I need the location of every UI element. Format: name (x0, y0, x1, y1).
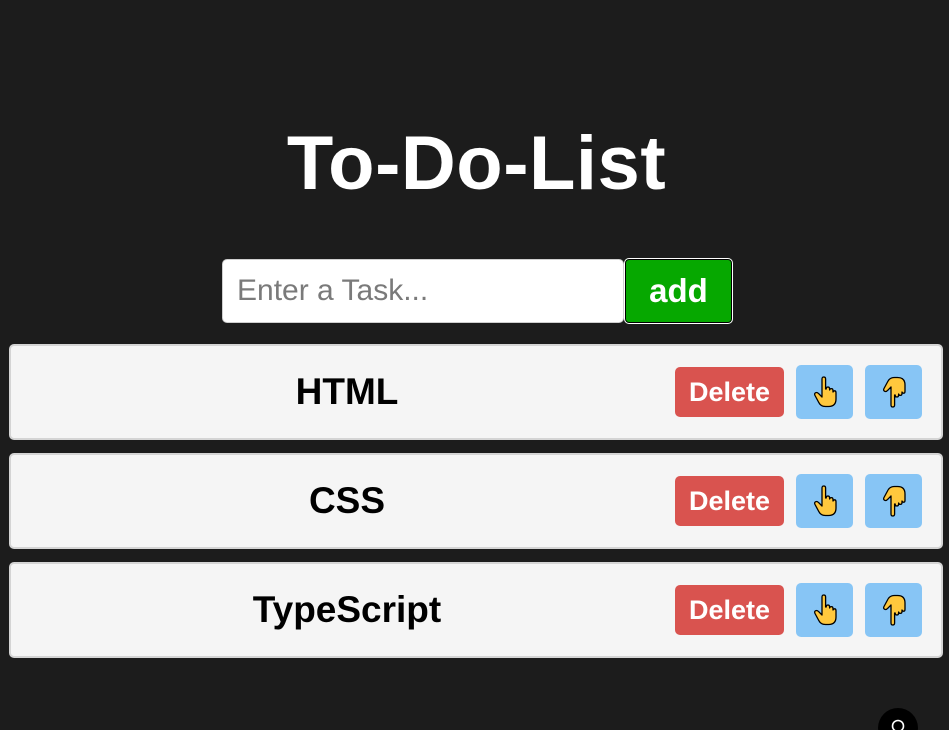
task-item: CSS Delete (9, 453, 943, 549)
task-item: TypeScript Delete (9, 562, 943, 658)
task-actions: Delete (675, 564, 922, 656)
page-title: To-Do-List (286, 121, 667, 206)
task-text: HTML (295, 371, 399, 412)
delete-button[interactable]: Delete (675, 476, 784, 526)
hand-pointing-up-icon (813, 485, 837, 517)
move-up-button[interactable] (796, 365, 853, 419)
task-list: HTML Delete CSS Delete TypeScript Delete (9, 344, 943, 671)
hand-pointing-down-icon (882, 376, 906, 408)
move-down-button[interactable] (865, 365, 922, 419)
task-text: TypeScript (252, 589, 442, 630)
task-input[interactable] (222, 259, 624, 323)
hand-pointing-down-icon (882, 594, 906, 626)
delete-button[interactable]: Delete (675, 367, 784, 417)
move-down-button[interactable] (865, 474, 922, 528)
task-actions: Delete (675, 455, 922, 547)
add-button[interactable]: add (624, 258, 733, 324)
chat-bubble-button[interactable] (878, 708, 918, 730)
hand-pointing-down-icon (882, 485, 906, 517)
task-actions: Delete (675, 346, 922, 438)
move-down-button[interactable] (865, 583, 922, 637)
task-item: HTML Delete (9, 344, 943, 440)
todo-app: To-Do-List add HTML Delete (0, 0, 949, 730)
hand-pointing-up-icon (813, 376, 837, 408)
hand-pointing-up-icon (813, 594, 837, 626)
move-up-button[interactable] (796, 474, 853, 528)
move-up-button[interactable] (796, 583, 853, 637)
task-input-row: add (222, 258, 733, 324)
delete-button[interactable]: Delete (675, 585, 784, 635)
chat-icon (891, 719, 905, 730)
task-text: CSS (308, 480, 386, 521)
